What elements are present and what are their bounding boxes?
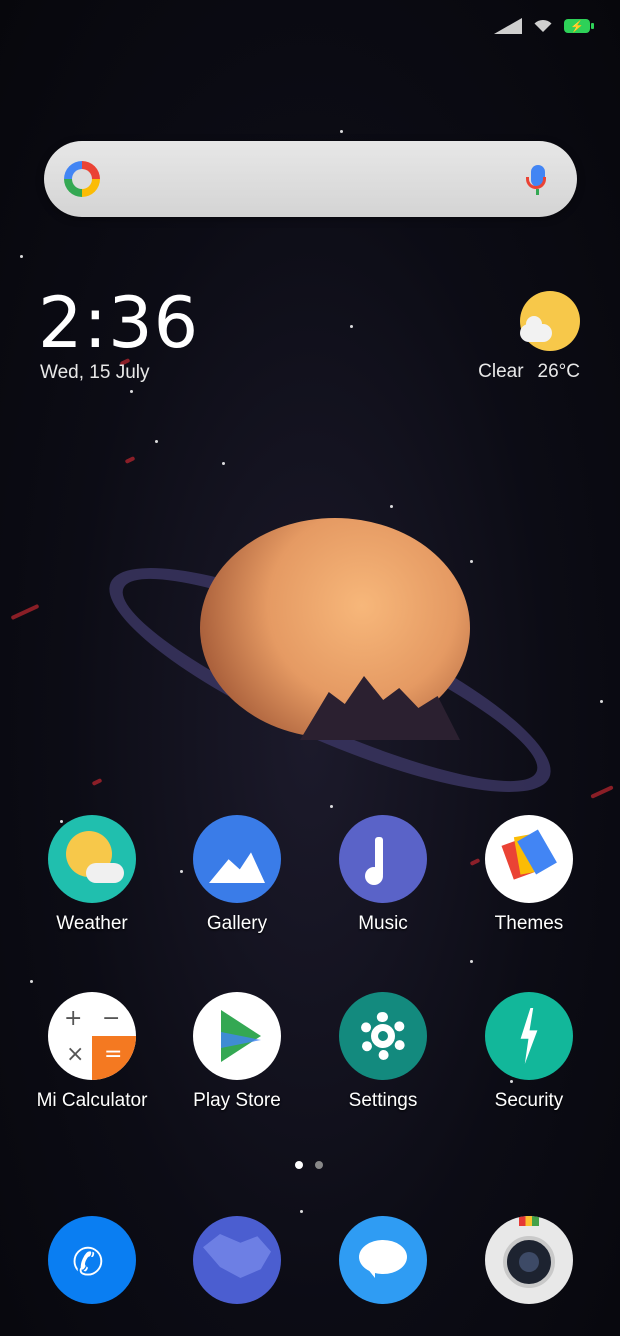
settings-icon: [339, 992, 427, 1080]
cloud-icon: [520, 316, 552, 342]
clock-time[interactable]: 2:36: [38, 282, 199, 364]
app-security[interactable]: Security: [459, 992, 599, 1112]
app-label: Settings: [348, 1090, 418, 1111]
weather-widget[interactable]: Clear 26°C: [478, 361, 580, 383]
weather-condition: Clear: [478, 361, 524, 382]
app-label: Music: [358, 913, 408, 934]
security-icon: [485, 992, 573, 1080]
dock-phone[interactable]: ✆: [22, 1216, 162, 1304]
browser-icon: [193, 1216, 281, 1304]
calc-times-symbol: ×: [66, 1042, 85, 1067]
calc-equals-symbol: =: [104, 1042, 123, 1067]
app-label: Weather: [56, 913, 128, 934]
app-label: Play Store: [193, 1090, 281, 1111]
battery-charging-icon: ⚡: [564, 19, 594, 33]
page-dot[interactable]: [315, 1161, 323, 1169]
app-label: Gallery: [206, 913, 268, 934]
messages-icon: [339, 1216, 427, 1304]
themes-icon: [485, 815, 573, 903]
dock-camera[interactable]: [459, 1216, 599, 1304]
clock-date[interactable]: Wed, 15 July: [40, 362, 149, 384]
phone-glyph: ✆: [72, 1240, 104, 1284]
planet-illustration: [86, 500, 574, 833]
signal-icon: [494, 18, 522, 34]
play-store-icon: [193, 992, 281, 1080]
mic-icon[interactable]: [526, 165, 546, 189]
gallery-icon: [193, 815, 281, 903]
camera-icon: [485, 1216, 573, 1304]
app-themes[interactable]: Themes: [459, 815, 599, 935]
page-dot-active[interactable]: [295, 1161, 303, 1169]
phone-icon: ✆: [48, 1216, 136, 1304]
app-mi-calculator[interactable]: + − × = Mi Calculator: [22, 992, 162, 1112]
page-indicator: [295, 1161, 323, 1169]
app-label: Themes: [494, 913, 564, 934]
weather-temperature: 26°C: [537, 361, 580, 382]
weather-icon: [48, 815, 136, 903]
calc-plus-symbol: +: [64, 1006, 83, 1031]
app-settings[interactable]: Settings: [313, 992, 453, 1112]
mic-stem: [536, 189, 539, 195]
app-music[interactable]: Music: [313, 815, 453, 935]
app-play-store[interactable]: Play Store: [167, 992, 307, 1112]
calc-minus-symbol: −: [102, 1006, 121, 1031]
app-label: Security: [494, 1090, 564, 1111]
wifi-icon: [532, 18, 554, 34]
dock-browser[interactable]: [167, 1216, 307, 1304]
dock-messages[interactable]: [313, 1216, 453, 1304]
google-g-icon: [64, 161, 100, 197]
app-label: Mi Calculator: [36, 1090, 148, 1111]
calculator-icon: + − × =: [48, 992, 136, 1080]
app-gallery[interactable]: Gallery: [167, 815, 307, 935]
status-bar: ⚡: [494, 18, 594, 34]
music-icon: [339, 815, 427, 903]
google-search-bar[interactable]: [44, 141, 577, 217]
app-weather[interactable]: Weather: [22, 815, 162, 935]
